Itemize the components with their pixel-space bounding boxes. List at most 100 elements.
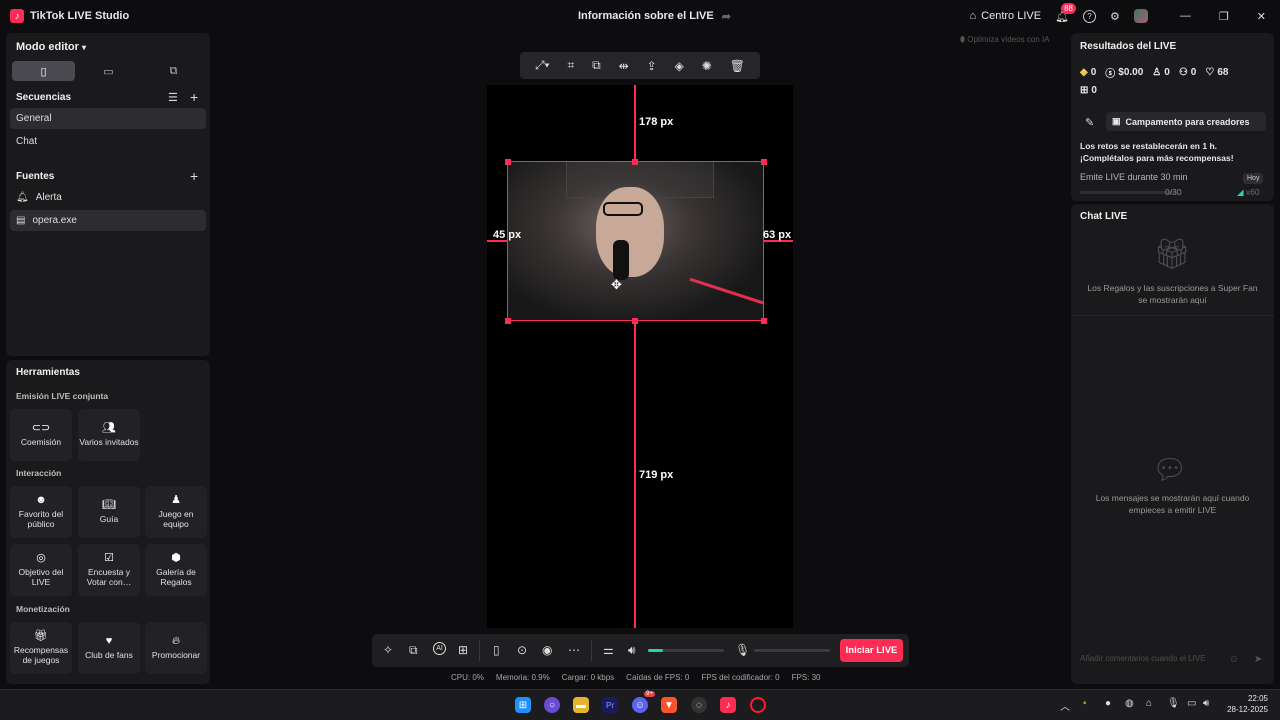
poll-button[interactable]: ☑ Encuesta y Votar con… (78, 544, 140, 596)
more-icon[interactable]: ⋯ (568, 643, 580, 657)
gift-gallery-button[interactable]: ⬢ Galería de Regalos (145, 544, 207, 596)
tool-label: Varios invitados (79, 436, 139, 447)
tray-app-icon[interactable]: ● (1105, 698, 1111, 709)
crop-icon[interactable]: ⌗ (568, 58, 575, 73)
measure-bottom: 719 px (639, 469, 674, 481)
network-tray-icon[interactable]: ◍ (1125, 698, 1134, 709)
ai-optimize-hint[interactable]: ⬮ Optimiza vídeos con IA (960, 35, 1050, 45)
sequence-item[interactable]: General (10, 108, 206, 129)
go-live-button[interactable]: Iniciar LIVE (840, 639, 903, 662)
resize-handle-top[interactable] (632, 159, 638, 165)
sequence-item[interactable]: Chat (10, 131, 206, 152)
users-icon: 👥︎ (102, 422, 116, 435)
source-item-opera[interactable]: ▤ opera.exe (10, 210, 206, 231)
record-icon[interactable]: ⊙ (517, 643, 527, 657)
promote-button[interactable]: 🔥︎ Promocionar (145, 622, 207, 674)
resize-handle-bl[interactable] (505, 318, 511, 324)
tool-label: Guía (99, 513, 119, 524)
editor-mode-dropdown[interactable]: Modo editor ▾ (16, 41, 86, 53)
tiktok-live-taskbar-icon[interactable]: ♪ (720, 697, 736, 713)
ai-icon[interactable]: AI (433, 642, 446, 655)
discord-icon[interactable]: ☺ 9+ (632, 691, 655, 713)
browser-circle-icon[interactable]: ○ (544, 697, 560, 713)
chat-input[interactable]: Añadir comentarios cuando el LIVE (1080, 654, 1205, 663)
money-group-title: Monetización (16, 604, 70, 614)
settings-icon[interactable]: ✺ (702, 59, 712, 73)
camera-effects-icon[interactable]: ◉ (542, 643, 552, 657)
resize-handle-tr[interactable] (761, 159, 767, 165)
display-icon[interactable]: ▭ (1187, 698, 1196, 709)
resize-handle-tl[interactable] (505, 159, 511, 165)
layers-icon[interactable]: ◈ (675, 59, 684, 73)
gifts-empty-message: Los Regalos y las suscripciones a Super … (1087, 283, 1258, 305)
settings-gear-icon[interactable]: ⚙ (1110, 10, 1120, 23)
upload-stat: Cargar: 0 kbps (561, 673, 615, 682)
team-game-button[interactable]: ♟ Juego en equipo (145, 486, 207, 538)
mic-volume-slider[interactable] (754, 649, 830, 652)
guide-line-top (634, 85, 636, 161)
screen-capture-icon[interactable]: ⧉ (409, 643, 418, 658)
dual-layout-icon[interactable]: ⧉ (142, 61, 205, 81)
send-icon[interactable]: ➤ (1254, 654, 1262, 665)
measure-left: 45 px (493, 229, 522, 241)
add-source-icon[interactable]: + (190, 168, 198, 184)
live-info-button[interactable]: Información sobre el LIVE ➦ (578, 10, 731, 23)
add-overlay-icon[interactable]: ⊞ (458, 643, 468, 657)
maximize-icon[interactable]: ❐ (1219, 10, 1229, 23)
resize-handle-br[interactable] (761, 318, 767, 324)
today-badge: Hoy (1243, 173, 1264, 184)
favorite-audience-button[interactable]: ☻ Favorito del público (10, 486, 72, 538)
premiere-icon[interactable]: Pr (602, 697, 618, 713)
resize-handle-bottom[interactable] (632, 318, 638, 324)
obs-icon[interactable]: ◌ (691, 697, 707, 713)
copy-icon[interactable]: ⧉ (592, 58, 601, 73)
portrait-layout-icon[interactable]: ▯ (12, 61, 75, 81)
tool-label: Club de fans (85, 649, 133, 660)
flip-icon[interactable]: ⇹ (619, 59, 629, 73)
file-explorer-icon[interactable]: ▬ (573, 697, 589, 713)
phone-icon[interactable]: ▯ (493, 643, 500, 657)
close-icon[interactable]: ✕ (1257, 10, 1266, 23)
minimize-icon[interactable]: — (1180, 10, 1191, 22)
trash-icon[interactable]: 🗑︎ (730, 59, 745, 73)
source-item-alerta[interactable]: 🔔︎ Alerta (10, 187, 206, 208)
add-sequence-icon[interactable]: + (190, 89, 198, 105)
resize-icon[interactable]: ⤢▾ (535, 58, 550, 73)
speaker-volume-slider[interactable] (648, 649, 724, 652)
gem-icon: ◢ (1237, 187, 1244, 197)
speaker-icon[interactable]: 🔊︎ (628, 643, 636, 658)
list-icon[interactable]: ☰ (168, 91, 178, 104)
edit-profile-icon[interactable]: ✎ (1085, 116, 1094, 129)
avatar[interactable] (1133, 9, 1148, 23)
coemision-button[interactable]: ⊂⊃ Coemisión (10, 409, 72, 461)
nvidia-icon[interactable]: ▪ (1083, 698, 1087, 709)
app-title: TikTok LIVE Studio (30, 10, 130, 22)
windows-start-icon[interactable]: ⊞ (515, 697, 531, 713)
centro-live-button[interactable]: ⌂ Centro LIVE (969, 10, 1041, 22)
diamonds-stat: ◆ 0 (1080, 65, 1096, 80)
game-rewards-button[interactable]: 🎁︎ Recompensas de juegos (10, 622, 72, 674)
tray-chevron-up-icon[interactable]: ︿ (1060, 698, 1070, 713)
opera-icon[interactable] (750, 697, 766, 713)
bring-front-icon[interactable]: ⇪ (647, 59, 657, 73)
magic-wand-icon[interactable]: ✧ (383, 643, 393, 657)
landscape-layout-icon[interactable]: ▭ (77, 61, 140, 81)
mic-tray-icon[interactable]: 🎙︎ (1167, 698, 1180, 709)
source-label: Alerta (35, 192, 62, 203)
webcam-source-frame[interactable] (507, 161, 764, 321)
audio-mixer-icon[interactable]: ⚌ (603, 643, 614, 657)
multi-guest-button[interactable]: 👥︎ Varios invitados (78, 409, 140, 461)
volume-tray-icon[interactable]: 🔊︎ (1203, 698, 1209, 709)
help-icon[interactable]: ? (1083, 9, 1097, 23)
brave-icon[interactable]: ▼ (661, 697, 677, 713)
live-goal-button[interactable]: ◎ Objetivo del LIVE (10, 544, 72, 596)
emoji-icon[interactable]: ☺ (1229, 654, 1239, 665)
book-icon: 📖︎ (102, 499, 116, 512)
usb-icon[interactable]: ⌂ (1146, 698, 1152, 709)
clock[interactable]: 22:05 28-12-2025 (1222, 694, 1268, 716)
fan-club-button[interactable]: ♥ Club de fans (78, 622, 140, 674)
microphone-icon[interactable]: 🎙︎ (735, 643, 750, 657)
creator-camp-button[interactable]: ▣ Campamento para creadores (1106, 112, 1266, 131)
guide-button[interactable]: 📖︎ Guía (78, 486, 140, 538)
notifications-button[interactable]: 🔔︎ 88 (1055, 2, 1076, 23)
